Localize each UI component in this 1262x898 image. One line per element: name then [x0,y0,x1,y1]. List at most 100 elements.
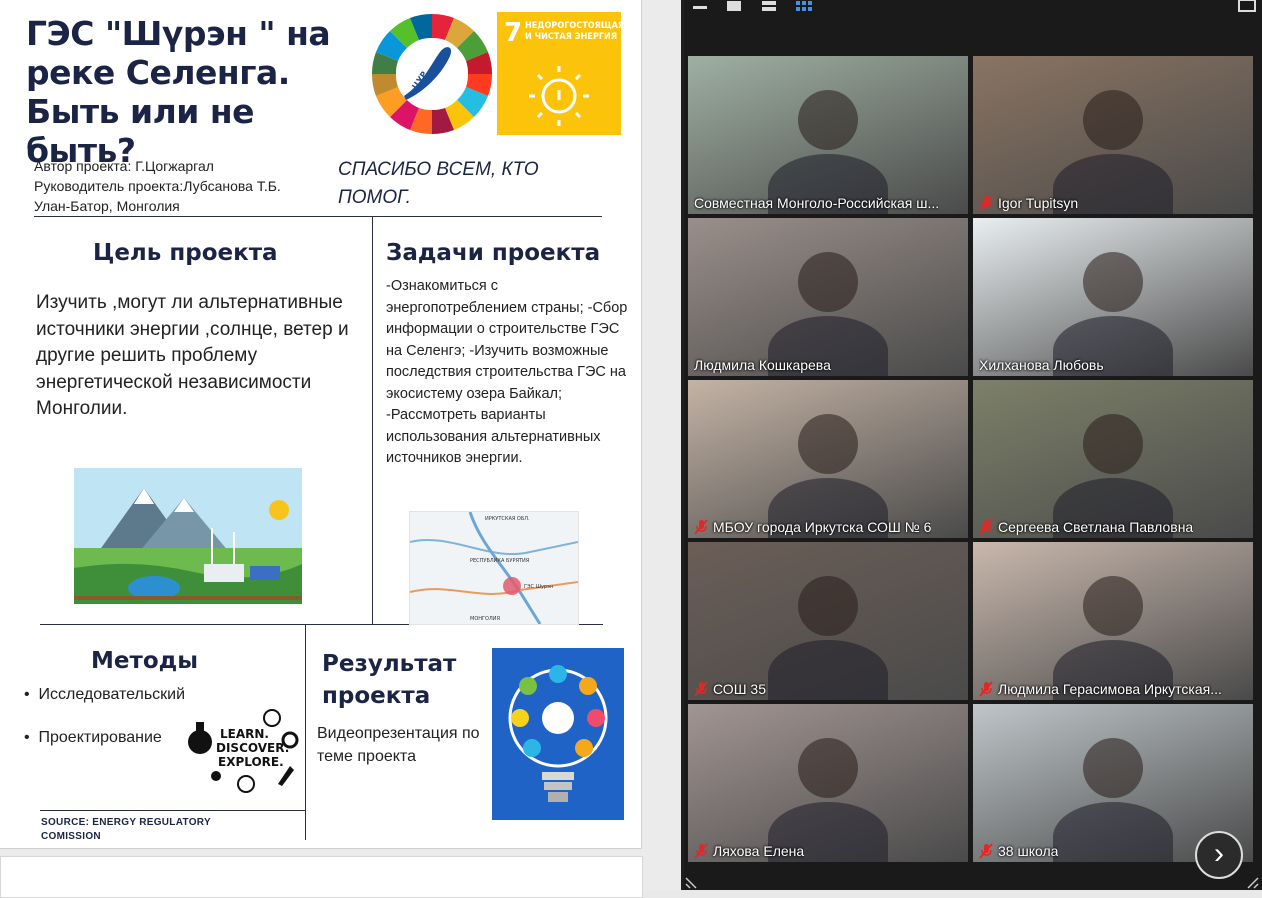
participant-video-tile[interactable]: Хилханова Любовь [973,218,1253,376]
participant-name: Людмила Кошкарева [694,357,831,373]
map-label: МОНГОЛИЯ [470,616,500,622]
participant-silhouette [1083,414,1143,474]
renewable-energy-illustration [74,468,302,604]
participant-name: МБОУ города Иркутска СОШ № 6 [694,519,931,535]
sun-power-icon [529,66,589,126]
participant-video-tile[interactable]: Людмила Кошкарева [688,218,968,376]
divider [40,810,305,811]
participant-silhouette [1053,802,1173,862]
participant-name-text: Людмила Герасимова Иркутская... [998,681,1222,697]
participant-silhouette [1083,90,1143,150]
participant-name: Совместная Монголо-Российская ш... [694,195,939,211]
participant-video [688,218,968,376]
participant-silhouette [1083,738,1143,798]
divider [34,216,602,217]
methods-heading: Методы [91,648,198,674]
participant-video [973,218,1253,376]
participant-video-tile[interactable]: Совместная Монголо-Российская ш... [688,56,968,214]
muted-mic-icon [694,681,708,697]
presentation-slide: ГЭС "Шүрэн " на реке Селенга. Быть или н… [0,0,642,849]
source-caption: SOURCE: ENERGY REGULATORY COMISSION [41,817,211,842]
participant-name-text: СОШ 35 [713,681,766,697]
participant-name-text: МБОУ города Иркутска СОШ № 6 [713,519,932,535]
author-line: Автор проекта: Г.Цогжаргал [34,158,214,174]
participant-name-text: Людмила Кошкарева [694,357,831,373]
list-item: • Исследовательский [24,686,186,703]
participant-video [973,56,1253,214]
participant-silhouette [798,576,858,636]
participant-video-tile[interactable]: МБОУ города Иркутска СОШ № 6 [688,380,968,538]
resize-handle-icon[interactable] [684,874,700,890]
learn-word: LEARN. [220,727,269,741]
participant-video-tile[interactable]: СОШ 35 [688,542,968,700]
participant-name: СОШ 35 [694,681,766,697]
minimize-icon[interactable] [692,0,708,14]
gallery-view-icon[interactable] [795,0,813,14]
sdg7-badge: 7 НЕДОРОГОСТОЯЩАЯ И ЧИСТАЯ ЭНЕРГИЯ [497,12,624,135]
next-slide-preview[interactable] [0,856,643,898]
participant-video [688,56,968,214]
participant-silhouette [798,414,858,474]
explore-word: EXPLORE. [218,755,284,769]
discover-word: DISCOVER. [216,741,289,755]
participant-name: Ляхова Елена [694,843,804,859]
map-label: РЕСПУБЛИКА БУРЯТИЯ [470,558,529,564]
author-info: Автор проекта: Г.Цогжаргал Руководитель … [34,156,281,216]
muted-mic-icon [694,843,708,859]
participant-name-text: Igor Tupitsyn [998,195,1079,211]
shared-document-area: ГЭС "Шүрэн " на реке Селенга. Быть или н… [0,0,681,898]
participant-video [688,542,968,700]
participant-video [973,542,1253,700]
participant-name: Людмила Герасимова Иркутская... [979,681,1222,697]
list-item: • Проектирование [24,729,162,746]
divider [305,624,306,840]
next-page-button[interactable]: › [1195,831,1243,879]
muted-mic-icon [979,519,993,535]
participant-video [688,380,968,538]
supervisor-line: Руководитель проекта:Лубсанова Т.Б. [34,178,281,194]
participant-name-text: Хилханова Любовь [979,357,1104,373]
speaker-view-icon[interactable] [761,0,777,14]
thanks-text: СПАСИБО ВСЕМ, КТО ПОМОГ. [338,159,539,208]
participant-silhouette [798,90,858,150]
sdg-wheel-logo: ЦУР [371,13,493,135]
participant-name-text: 38 школа [998,843,1059,859]
divider [372,216,373,624]
participant-video-tile[interactable]: Сергеева Светлана Павловна [973,380,1253,538]
map-label: ИРКУТСКАЯ ОБЛ. [485,516,530,522]
participant-silhouette [1083,252,1143,312]
participant-name-text: Сергеева Светлана Павловна [998,519,1194,535]
goal-heading: Цель проекта [93,240,278,266]
participant-silhouette [798,252,858,312]
map-label: ГЭС Шурэн [524,584,553,590]
muted-mic-icon [979,843,993,859]
participant-video [973,380,1253,538]
methods-list: • Исследовательский • Проектирование [24,686,185,772]
learn-discover-explore-graphic: LEARN. DISCOVER. EXPLORE. [188,709,299,793]
participant-name-text: Ляхова Елена [713,843,805,859]
tasks-text: -Ознакомиться с энергопотреблением стран… [386,278,628,466]
result-text: Видеопрезентация по теме проекта [317,725,480,765]
tasks-heading: Задачи проекта [386,240,601,266]
participant-video-tile[interactable]: Igor Tupitsyn [973,56,1253,214]
participant-silhouette [798,738,858,798]
participant-video-tile[interactable]: Людмила Герасимова Иркутская... [973,542,1253,700]
participant-name: Хилханова Любовь [979,357,1104,373]
result-heading: Результат проекта [322,651,457,709]
goal-text: Изучить ,могут ли альтернативные источни… [36,292,349,419]
lightbulb-infographic [492,648,624,820]
window-icon[interactable] [726,0,742,14]
participant-video [688,704,968,862]
muted-mic-icon [979,681,993,697]
participant-video-tile[interactable]: Ляхова Елена [688,704,968,862]
participant-name: Сергеева Светлана Павловна [979,519,1193,535]
participant-name: 38 школа [979,843,1058,859]
participant-name-text: Совместная Монголо-Российская ш... [694,195,940,211]
region-map: ИРКУТСКАЯ ОБЛ. РЕСПУБЛИКА БУРЯТИЯ ГЭС Шу… [409,511,579,625]
expand-icon[interactable] [1238,0,1258,14]
muted-mic-icon [979,195,993,211]
participant-silhouette [768,640,888,700]
slide-title: ГЭС "Шүрэн " на реке Селенга. Быть или н… [26,14,331,170]
muted-mic-icon [694,519,708,535]
resize-handle-icon[interactable] [1244,874,1260,890]
